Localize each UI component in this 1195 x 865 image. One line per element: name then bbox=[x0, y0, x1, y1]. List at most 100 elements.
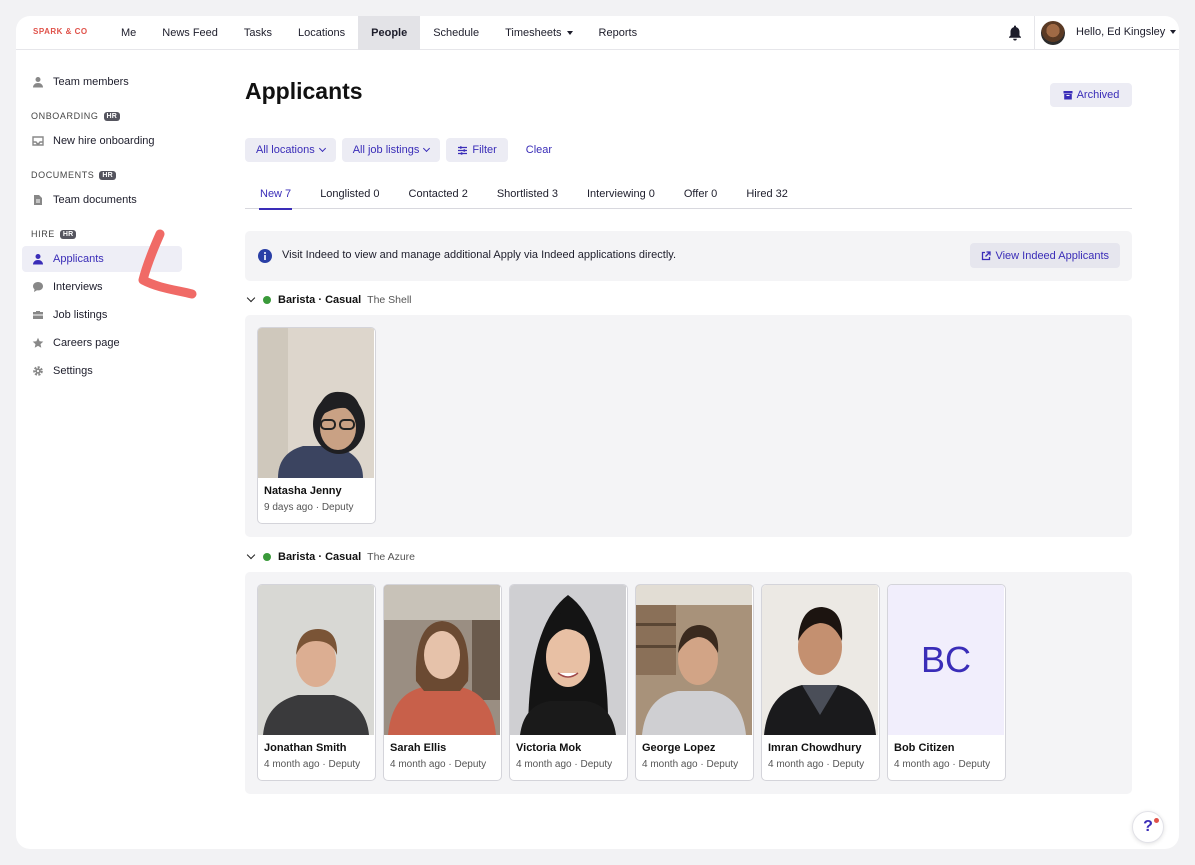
applicant-group: Natasha Jenny 9 days ago · Deputy bbox=[245, 315, 1132, 537]
nav-item-news-feed[interactable]: News Feed bbox=[149, 16, 231, 50]
sidebar-item-team-documents[interactable]: Team documents bbox=[22, 187, 182, 213]
applicant-name: Imran Chowdhury bbox=[768, 742, 862, 754]
nav-item-reports[interactable]: Reports bbox=[586, 16, 651, 50]
filter-button[interactable]: Filter bbox=[446, 138, 508, 162]
all-job-listings-dropdown[interactable]: All job listings bbox=[341, 138, 441, 162]
help-icon: ? bbox=[1143, 818, 1153, 835]
button-label: View Indeed Applicants bbox=[995, 249, 1109, 262]
tab-hired[interactable]: Hired 32 bbox=[746, 186, 788, 209]
person-icon bbox=[33, 77, 43, 88]
applicant-card[interactable]: Imran Chowdhury 4 month ago · Deputy bbox=[761, 584, 880, 781]
applicant-card[interactable]: Natasha Jenny 9 days ago · Deputy bbox=[257, 327, 376, 524]
archived-button[interactable]: Archived bbox=[1050, 83, 1132, 107]
applicant-photo bbox=[510, 585, 626, 735]
nav-item-schedule[interactable]: Schedule bbox=[420, 16, 492, 50]
job-group-title: Barista · Casual bbox=[278, 551, 362, 563]
applicant-initials-avatar: BC bbox=[888, 585, 1004, 735]
applicant-photo bbox=[384, 585, 500, 735]
hr-badge: HR bbox=[59, 229, 77, 239]
caret-down-icon bbox=[566, 31, 573, 35]
sidebar-item-label: Settings bbox=[53, 365, 93, 377]
nav-item-people[interactable]: People bbox=[358, 16, 421, 50]
user-avatar[interactable] bbox=[1041, 21, 1065, 45]
chat-icon bbox=[33, 282, 43, 292]
sidebar-item-careers-page[interactable]: Careers page bbox=[22, 330, 182, 356]
applicant-meta: 4 month ago · Deputy bbox=[516, 759, 613, 770]
user-menu[interactable]: Hello, Ed Kingsley bbox=[1076, 26, 1177, 38]
tab-new[interactable]: New 7 bbox=[258, 186, 293, 210]
tab-offer[interactable]: Offer 0 bbox=[684, 186, 717, 209]
nav-item-label: Locations bbox=[298, 27, 346, 39]
sidebar-item-settings[interactable]: Settings bbox=[22, 358, 182, 384]
job-group-location: The Azure bbox=[367, 551, 416, 563]
user-greeting: Hello, Ed Kingsley bbox=[1076, 26, 1166, 38]
sidebar-item-label: Job listings bbox=[53, 309, 108, 321]
sidebar: Team members ONBOARDING HR New hire onbo… bbox=[22, 66, 182, 386]
hr-badge: HR bbox=[99, 170, 116, 180]
hr-badge: HR bbox=[103, 111, 121, 121]
nav-item-label: Timesheets bbox=[505, 27, 562, 39]
bell-icon[interactable] bbox=[1007, 24, 1023, 42]
tab-longlisted[interactable]: Longlisted 0 bbox=[320, 186, 379, 209]
top-navigation: SPARK & CO Me News Feed Tasks Locations … bbox=[16, 16, 1179, 50]
sidebar-section-onboarding: ONBOARDING HR bbox=[22, 110, 182, 122]
all-locations-dropdown[interactable]: All locations bbox=[245, 138, 336, 162]
clear-filters-link[interactable]: Clear bbox=[526, 144, 552, 156]
section-title: DOCUMENTS bbox=[31, 170, 95, 180]
applicant-card[interactable]: George Lopez 4 month ago · Deputy bbox=[635, 584, 754, 781]
person-icon bbox=[33, 254, 43, 265]
external-link-icon bbox=[982, 250, 992, 260]
applicant-card[interactable]: BC Bob Citizen 4 month ago · Deputy bbox=[887, 584, 1006, 781]
nav-item-me[interactable]: Me bbox=[108, 16, 149, 50]
applicant-photo bbox=[762, 585, 878, 735]
sidebar-item-label: Team members bbox=[53, 76, 129, 88]
filter-label: Filter bbox=[472, 144, 497, 156]
applicant-meta: 4 month ago · Deputy bbox=[642, 759, 739, 770]
info-text: Visit Indeed to view and manage addition… bbox=[282, 249, 677, 261]
applicant-meta: 4 month ago · Deputy bbox=[768, 759, 865, 770]
applicant-card[interactable]: Jonathan Smith 4 month ago · Deputy bbox=[257, 584, 376, 781]
applicant-name: Natasha Jenny bbox=[264, 485, 342, 497]
nav-item-locations[interactable]: Locations bbox=[285, 16, 358, 50]
job-group-header[interactable]: Barista · Casual The Shell bbox=[246, 293, 412, 306]
applicant-card[interactable]: Sarah Ellis 4 month ago · Deputy bbox=[383, 584, 502, 781]
nav-item-timesheets[interactable]: Timesheets bbox=[492, 16, 585, 50]
sidebar-item-team-members[interactable]: Team members bbox=[22, 69, 182, 95]
inbox-icon bbox=[32, 136, 44, 146]
job-group-location: The Shell bbox=[367, 294, 412, 306]
sidebar-item-job-listings[interactable]: Job listings bbox=[22, 302, 182, 328]
applicant-photo bbox=[258, 328, 374, 478]
applicant-card[interactable]: Victoria Mok 4 month ago · Deputy bbox=[509, 584, 628, 781]
archived-label: Archived bbox=[1076, 89, 1120, 101]
caret-down-icon bbox=[1170, 30, 1177, 34]
chevron-down-icon bbox=[423, 144, 431, 153]
tab-contacted[interactable]: Contacted 2 bbox=[409, 186, 468, 209]
brand-logo[interactable]: SPARK & CO bbox=[33, 27, 88, 36]
briefcase-icon bbox=[33, 311, 43, 319]
section-title: ONBOARDING bbox=[31, 111, 99, 121]
nav-item-label: News Feed bbox=[162, 27, 218, 39]
chevron-down-icon[interactable] bbox=[246, 293, 256, 303]
nav-item-label: Me bbox=[121, 27, 137, 39]
applicant-name: Victoria Mok bbox=[516, 742, 582, 754]
job-group-header[interactable]: Barista · Casual The Azure bbox=[246, 550, 416, 563]
nav-item-label: People bbox=[371, 27, 408, 39]
chevron-down-icon[interactable] bbox=[246, 550, 256, 560]
notification-dot bbox=[1154, 818, 1159, 823]
gear-icon bbox=[33, 366, 43, 376]
sidebar-item-label: Interviews bbox=[53, 281, 103, 293]
view-indeed-applicants-button[interactable]: View Indeed Applicants bbox=[970, 243, 1120, 268]
help-button[interactable]: ? bbox=[1132, 811, 1164, 843]
tab-shortlisted[interactable]: Shortlisted 3 bbox=[497, 186, 558, 209]
annotation-arrow-mark bbox=[138, 229, 197, 299]
document-icon bbox=[34, 195, 42, 205]
sidebar-item-label: Applicants bbox=[53, 253, 104, 265]
nav-items: Me News Feed Tasks Locations People Sche… bbox=[108, 16, 650, 50]
applicant-photo bbox=[636, 585, 752, 735]
status-dot bbox=[263, 296, 271, 304]
tab-interviewing[interactable]: Interviewing 0 bbox=[587, 186, 655, 209]
nav-item-tasks[interactable]: Tasks bbox=[231, 16, 285, 50]
filter-bar: All locations All job listings Filter Cl… bbox=[245, 138, 552, 162]
sidebar-item-new-hire-onboarding[interactable]: New hire onboarding bbox=[22, 128, 182, 154]
applicant-meta: 4 month ago · Deputy bbox=[894, 759, 991, 770]
